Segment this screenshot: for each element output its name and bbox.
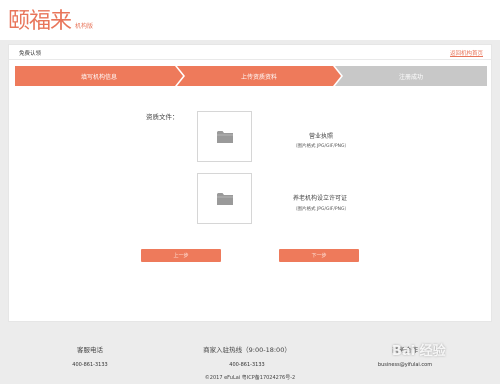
- upload-care-license[interactable]: [197, 173, 252, 224]
- next-step-button[interactable]: 下一步: [279, 249, 359, 262]
- care-license-title: 养老机构设立许可证: [292, 195, 347, 202]
- step-upload-docs: 上传资质资料: [177, 66, 341, 86]
- business-license-hint: （图片格式 JPG/GIF/PNG）: [293, 144, 349, 149]
- footer-label: 商家入驻热线（9:00-18:00）: [203, 346, 291, 354]
- care-license-hint: （图片格式 JPG/GIF/PNG）: [293, 207, 349, 212]
- claim-panel: 免费认领 返回机构首页 填写机构信息 上传资质资料 注册成功 资质文件： 营业执…: [8, 44, 492, 322]
- footer-value: 400-861-3133: [229, 362, 265, 368]
- back-to-home-link[interactable]: 返回机构首页: [450, 49, 483, 57]
- progress-steps: 填写机构信息 上传资质资料 注册成功: [15, 66, 487, 86]
- folder-icon: [216, 131, 233, 143]
- footer-service-phone: 客服电话 400-861-3133: [60, 346, 120, 369]
- documents-label: 资质文件：: [146, 113, 179, 121]
- prev-step-button[interactable]: 上一步: [141, 249, 221, 262]
- folder-icon: [216, 193, 233, 205]
- upload-business-license[interactable]: [197, 111, 252, 162]
- footer-value[interactable]: business@yifulai.com: [360, 362, 450, 369]
- watermark: Bai 经验: [392, 344, 446, 359]
- footer-value: 400-861-3133: [72, 362, 108, 368]
- step-fill-info: 填写机构信息: [15, 66, 183, 86]
- footer-label: 客服电话: [77, 346, 103, 354]
- step-success: 注册成功: [335, 66, 487, 86]
- logo[interactable]: 颐福来 机构版: [8, 8, 93, 34]
- logo-subtitle: 机构版: [75, 23, 94, 30]
- business-license-title: 营业执照: [308, 133, 333, 140]
- copyright: ©2017 eFuLai 粤ICP备17024276号-2: [204, 375, 296, 381]
- panel-title: 免费认领: [19, 51, 42, 57]
- panel-header: 免费认领 返回机构首页: [9, 45, 491, 60]
- footer-merchant-hotline: 商家入驻热线（9:00-18:00） 400-861-3133: [185, 346, 309, 369]
- top-header: 颐福来 机构版: [0, 0, 500, 40]
- logo-text: 颐福来: [8, 9, 72, 34]
